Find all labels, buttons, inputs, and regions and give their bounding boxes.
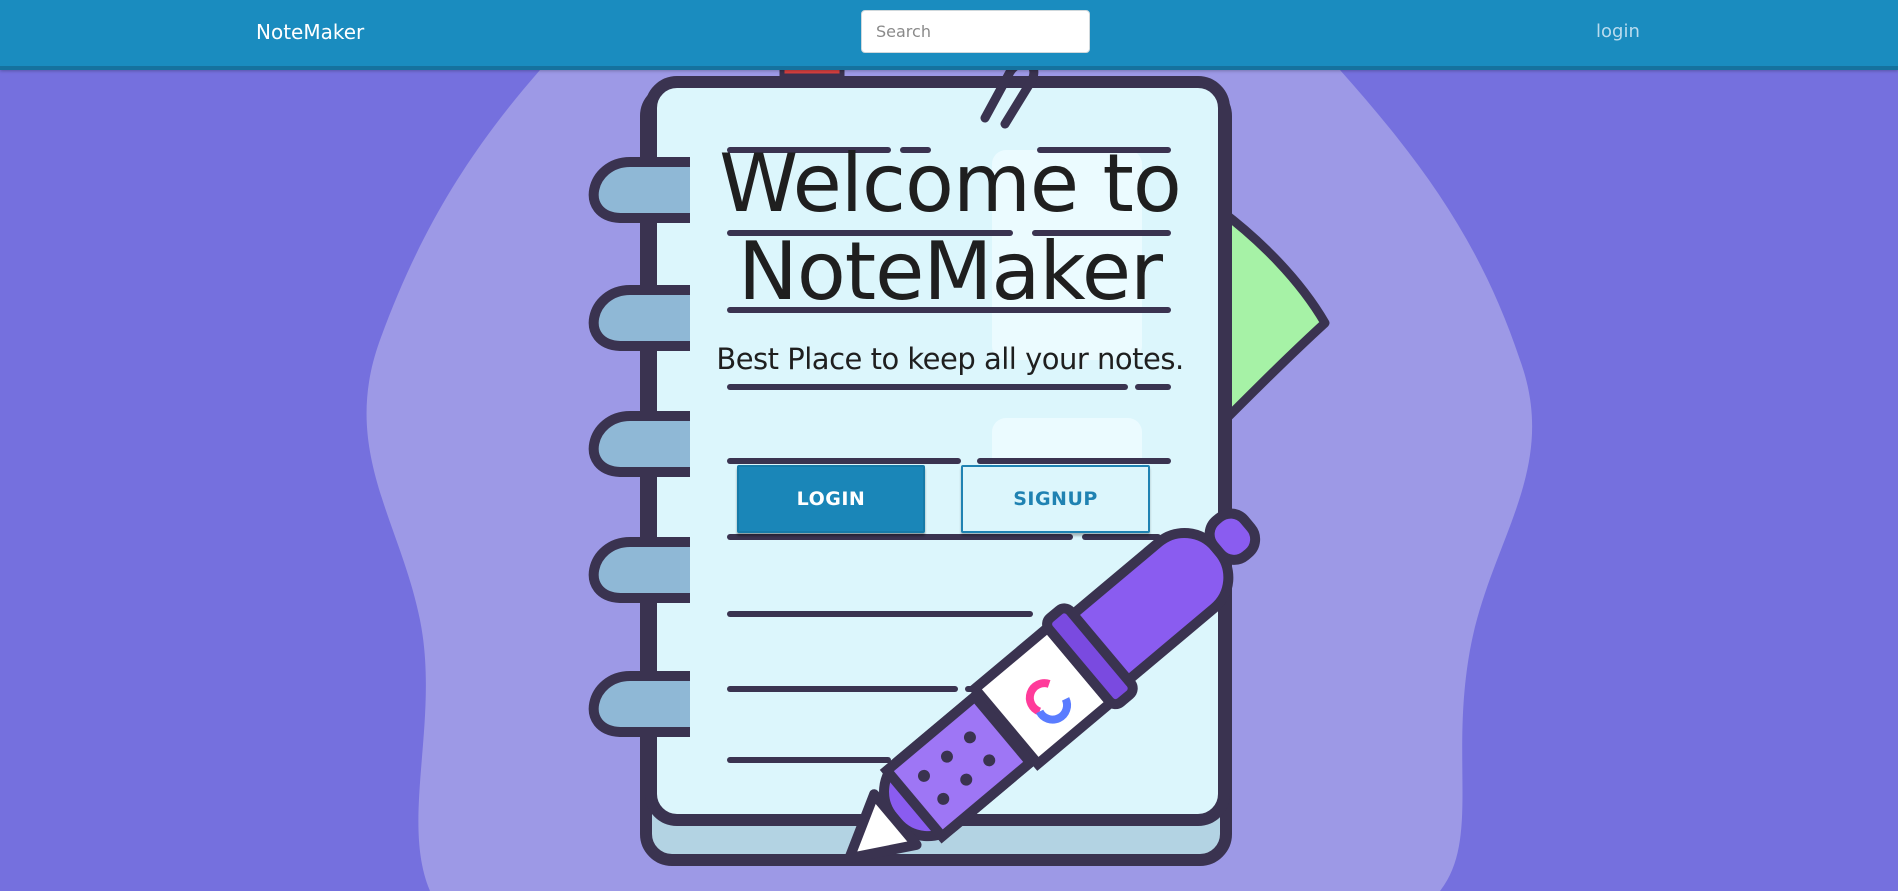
notebook-illustration [366, 57, 1533, 891]
page-title: Welcome to NoteMaker [719, 137, 1182, 318]
search-input[interactable] [861, 10, 1090, 53]
hero-section: Welcome to NoteMaker Best Place to keep … [690, 137, 1210, 377]
login-button[interactable]: LOGIN [737, 465, 925, 533]
navbar: NoteMaker login [0, 0, 1898, 70]
brand-logo-text[interactable]: NoteMaker [256, 20, 364, 44]
nav-login-link[interactable]: login [1596, 21, 1640, 42]
page-subtitle: Best Place to keep all your notes. [716, 342, 1184, 376]
signup-button[interactable]: SIGNUP [961, 465, 1150, 533]
